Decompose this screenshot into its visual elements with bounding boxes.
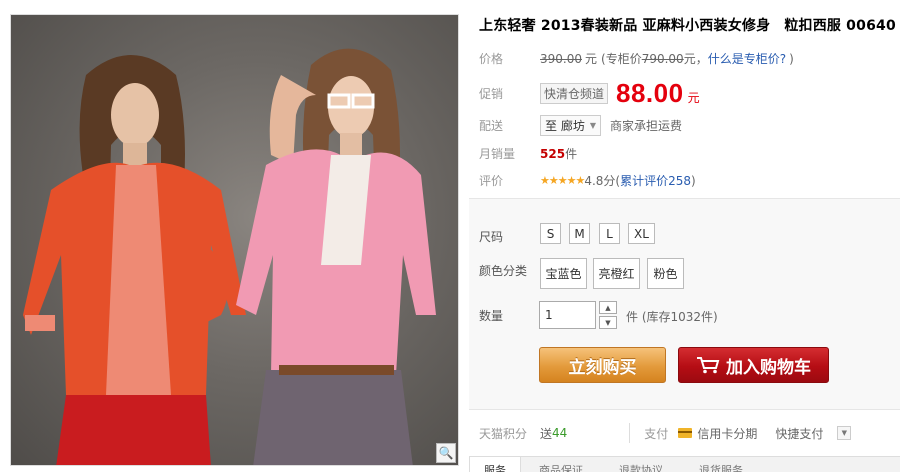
size-option-xl[interactable]: XL <box>628 223 655 244</box>
sales-count: 525 <box>540 146 566 161</box>
quick-pay[interactable]: 快捷支付 <box>775 425 823 442</box>
color-label: 颜色分类 <box>479 264 528 278</box>
product-image[interactable]: 🔍 <box>10 14 459 466</box>
add-to-cart-button[interactable]: 加入购物车 <box>678 347 829 383</box>
counter-price-suffix: 元， <box>683 52 708 66</box>
promo-price: 88.00 <box>616 78 684 108</box>
size-option-m[interactable]: M <box>569 223 590 244</box>
rating-label: 评价 <box>479 174 504 188</box>
price-label: 价格 <box>479 52 504 66</box>
tab-return[interactable]: 退货服务 <box>681 457 761 472</box>
color-option-bright-orange-red[interactable]: 亮橙红 <box>593 258 640 289</box>
destination-value: 至 廊坊 <box>545 119 585 133</box>
points-label: 天猫积分 <box>479 426 528 441</box>
product-title: 上东轻奢 2013春装新品 亚麻料小西装女修身 粒扣西服 00640 <box>479 15 900 35</box>
quantity-increase-icon[interactable]: ▲ <box>599 301 617 314</box>
sales-label: 月销量 <box>479 147 516 161</box>
tab-guarantee[interactable]: 商品保证 <box>521 457 601 472</box>
rating-score: 4.8分 <box>584 174 616 188</box>
chevron-down-icon[interactable]: ▼ <box>837 426 852 440</box>
product-title-tail: 粒扣西服 00640 <box>784 18 896 34</box>
reviews-link[interactable]: 累计评价258 <box>620 172 691 189</box>
buy-now-button[interactable]: 立刻购买 <box>539 347 666 383</box>
magnifier-icon[interactable]: 🔍 <box>436 443 456 463</box>
promo-yuan: 元 <box>687 91 700 105</box>
price-row: 价格 390.00 元 (专柜价 790.00 元， 什么是专柜价? ) <box>479 50 794 67</box>
clearance-channel-tag[interactable]: 快清仓频道 <box>540 83 609 104</box>
points-value: 44 <box>552 426 568 440</box>
credit-card-icon <box>678 428 693 438</box>
size-label: 尺码 <box>479 230 504 244</box>
size-option-l[interactable]: L <box>599 223 620 244</box>
shipping-label: 配送 <box>479 119 504 133</box>
shipping-row: 配送 至 廊坊 ▼ 商家承担运费 <box>479 115 682 136</box>
card-installment[interactable]: 信用卡分期 <box>697 425 757 442</box>
counter-price-close: ) <box>789 51 794 66</box>
quantity-input[interactable]: 1 <box>539 301 596 329</box>
product-title-main: 上东轻奢 2013春装新品 亚麻料小西装女修身 <box>479 18 771 34</box>
counter-price-prefix: (专柜价 <box>601 52 642 66</box>
rating-row: 评价 ★★★★★ 4.8分 ( 累计评价258 ) <box>479 172 696 189</box>
chevron-down-icon: ▼ <box>589 121 596 130</box>
price-yuan: 元 <box>585 52 598 66</box>
size-option-s[interactable]: S <box>540 223 561 244</box>
tab-service[interactable]: 服务 <box>469 457 521 472</box>
quantity-label: 数量 <box>479 309 504 323</box>
destination-select[interactable]: 至 廊坊 ▼ <box>540 115 601 136</box>
shipping-note: 商家承担运费 <box>609 119 682 133</box>
stock-text: 件 (库存1032件) <box>626 310 718 324</box>
add-to-cart-label: 加入购物车 <box>726 357 811 378</box>
cart-icon <box>697 357 720 374</box>
points-prefix: 送 <box>540 426 553 441</box>
service-tabs: 服务 商品保证 退款协议 退货服务 <box>469 456 900 472</box>
sku-options-panel: 尺码 S M L XL 颜色分类 宝蓝色 亮橙红 粉色 数量 1 ▲ ▼ 件 (… <box>469 198 900 410</box>
promo-label: 促销 <box>479 87 504 101</box>
promo-row: 促销 快清仓频道 88.00 元 <box>479 78 700 109</box>
sales-unit: 件 <box>565 147 578 161</box>
product-photo-illustration <box>23 48 436 465</box>
what-is-counter-price-link[interactable]: 什么是专柜价? <box>708 50 786 67</box>
color-option-pink[interactable]: 粉色 <box>647 258 684 289</box>
rating-stars-icon: ★★★★★ <box>540 174 585 187</box>
original-price: 390.00 <box>540 51 582 66</box>
points-payment-row: 天猫积分 送 44 支付 信用卡分期 快捷支付 ▼ <box>479 423 900 443</box>
counter-price: 790.00 <box>641 51 684 66</box>
sales-row: 月销量 525 件 <box>479 145 577 162</box>
quantity-decrease-icon[interactable]: ▼ <box>599 316 617 329</box>
color-option-royal-blue[interactable]: 宝蓝色 <box>540 258 587 289</box>
reviews-suffix: ) <box>691 173 696 188</box>
payment-label: 支付 <box>644 426 669 441</box>
divider <box>629 423 631 443</box>
tab-refund[interactable]: 退款协议 <box>601 457 681 472</box>
